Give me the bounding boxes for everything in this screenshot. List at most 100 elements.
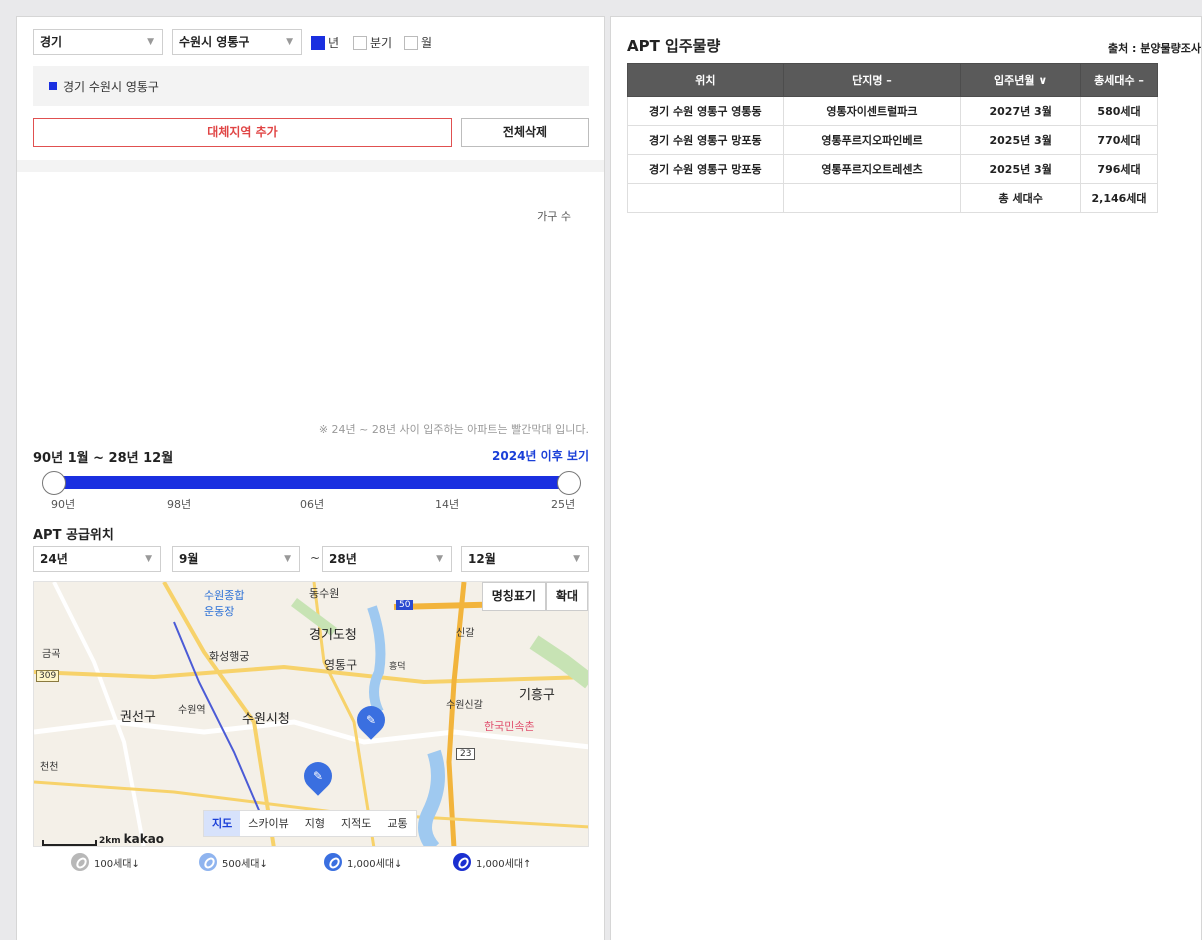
chevron-down-icon: ▼ <box>286 37 293 47</box>
col-households[interactable]: 총세대수 – <box>1080 63 1158 97</box>
map-legend: 100세대↓ 500세대↓ 1,000세대↓ 1,000세대↑ <box>33 853 589 877</box>
map-roads <box>34 582 588 846</box>
total-row: 총 세대수 2,146세대 <box>627 183 1158 213</box>
cell-complex: 영통푸르지오파인베르 <box>782 125 962 155</box>
from-year-value: 24년 <box>40 552 68 566</box>
cell-location: 경기 수원 영통구 망포동 <box>627 125 784 155</box>
col-move-in-date[interactable]: 입주년월 ∨ <box>960 63 1082 97</box>
map-type-map[interactable]: 지도 <box>204 811 241 836</box>
selected-region-bar: 경기 수원시 영통구 <box>33 66 589 106</box>
map-label-hwaseong: 화성행궁 <box>209 650 250 663</box>
checkbox-month-label: 월 <box>421 36 433 50</box>
range-tick: 90년 <box>51 498 76 511</box>
map-label-stadium: 수원종합 운동장 <box>204 589 245 618</box>
map-type-traffic[interactable]: 교통 <box>379 811 415 836</box>
table-row: 경기 수원 영통구 망포동 영통푸르지오트레센츠 2025년 3월 796세대 <box>627 154 1158 184</box>
move-in-table: 위치 단지명 – 입주년월 ∨ 총세대수 – 경기 수원 영통구 영통동 영통자… <box>627 63 1158 213</box>
cell-date: 2025년 3월 <box>960 125 1082 155</box>
to-year-select[interactable]: 28년 ▼ <box>322 546 452 572</box>
map-label-geumgok: 금곡 <box>42 649 61 660</box>
total-label: 총 세대수 <box>960 183 1082 213</box>
to-month-value: 12월 <box>468 552 496 566</box>
checkbox-quarter[interactable]: 분기 <box>353 34 392 51</box>
scale-label: 2km <box>99 836 121 846</box>
checkbox-quarter-label: 분기 <box>370 36 393 50</box>
cell-location: 경기 수원 영통구 망포동 <box>627 154 784 184</box>
map-label-suwon-singal: 수원신갈 <box>446 700 483 711</box>
cell-empty <box>782 183 962 213</box>
checkbox-year-label: 년 <box>328 36 340 50</box>
checkbox-month[interactable]: 월 <box>404 34 432 51</box>
expand-map-button[interactable]: 확대 <box>545 582 588 611</box>
map-label-yeongtong: 영통구 <box>324 658 358 672</box>
selected-region-label: 경기 수원시 영통구 <box>63 79 159 94</box>
section-divider <box>17 160 604 172</box>
from-year-select[interactable]: 24년 ▼ <box>33 546 161 572</box>
legend-marker-icon <box>71 853 89 871</box>
range-end-handle[interactable] <box>557 471 581 495</box>
district-select-value: 수원시 영통구 <box>179 35 250 49</box>
range-tick: 06년 <box>300 498 325 511</box>
map-label-gyeonggi-office: 경기도청 <box>309 628 357 643</box>
legend-item: 1,000세대↓ <box>324 853 402 871</box>
map-label-gwonseon: 권선구 <box>120 710 156 725</box>
table-row: 경기 수원 영통구 망포동 영통푸르지오파인베르 2025년 3월 770세대 <box>627 125 1158 155</box>
map-label-suwon-cityhall: 수원시청 <box>242 712 290 727</box>
col-complex[interactable]: 단지명 – <box>782 63 962 97</box>
legend-marker-icon <box>453 853 471 871</box>
cell-empty <box>627 183 784 213</box>
range-tick: 25년 <box>551 498 576 511</box>
range-start-handle[interactable] <box>42 471 66 495</box>
from-month-value: 9월 <box>179 552 199 566</box>
total-value: 2,146세대 <box>1080 183 1158 213</box>
checkbox-quarter-box[interactable] <box>353 35 367 50</box>
region-color-marker <box>49 82 57 90</box>
legend-label: 100세대↓ <box>94 858 140 870</box>
cell-households: 580세대 <box>1080 96 1158 126</box>
map-label-heungdeok: 흥덕 <box>389 662 406 672</box>
chevron-down-icon: ▼ <box>145 554 152 564</box>
district-select[interactable]: 수원시 영통구 ▼ <box>172 29 302 55</box>
map-type-terrain[interactable]: 지형 <box>297 811 333 836</box>
cell-households: 796세대 <box>1080 154 1158 184</box>
checkbox-year-box[interactable] <box>311 35 325 50</box>
supply-map[interactable]: 수원종합 운동장 동수원 경기도청 화성행궁 영통구 흥덕 기흥구 수원신갈 신… <box>33 581 589 847</box>
delete-all-button[interactable]: 전체삭제 <box>461 118 589 147</box>
range-tick: 98년 <box>167 498 192 511</box>
cell-complex: 영통푸르지오트레센츠 <box>782 154 962 184</box>
to-month-select[interactable]: 12월 ▼ <box>461 546 589 572</box>
province-select-value: 경기 <box>40 35 63 49</box>
label-toggle-button[interactable]: 명칭표기 <box>481 582 546 611</box>
legend-item: 500세대↓ <box>199 853 268 871</box>
legend-marker-icon <box>199 853 217 871</box>
add-region-button[interactable]: 대체지역 추가 <box>33 118 452 147</box>
province-select[interactable]: 경기 ▼ <box>33 29 163 55</box>
road-shield-50: 50 <box>396 600 414 610</box>
supply-title: APT 공급위치 <box>33 528 114 543</box>
chevron-down-icon: ▼ <box>284 554 291 564</box>
from-month-select[interactable]: 9월 ▼ <box>172 546 300 572</box>
kakao-logo: kakao <box>123 832 165 846</box>
chevron-down-icon: ▼ <box>147 37 154 47</box>
map-label-folk-village: 한국민속촌 <box>484 720 535 733</box>
map-label-suwon-station: 수원역 <box>178 705 206 716</box>
map-type-cadastral[interactable]: 지적도 <box>333 811 379 836</box>
hammer-icon: ✎ <box>365 713 377 727</box>
map-type-skyview[interactable]: 스카이뷰 <box>240 811 296 836</box>
hammer-icon: ✎ <box>312 769 324 783</box>
legend-item: 100세대↓ <box>71 853 140 871</box>
legend-marker-icon <box>324 853 342 871</box>
legend-item: 1,000세대↑ <box>453 853 531 871</box>
map-label-dongsuwon: 동수원 <box>309 587 340 600</box>
after-2024-link[interactable]: 2024년 이후 보기 <box>492 447 589 464</box>
table-row: 경기 수원 영통구 영통동 영통자이센트럴파크 2027년 3월 580세대 <box>627 96 1158 126</box>
range-track[interactable] <box>53 476 567 489</box>
legend-label: 500세대↓ <box>222 858 268 870</box>
checkbox-month-box[interactable] <box>404 35 418 50</box>
cell-date: 2025년 3월 <box>960 154 1082 184</box>
checkbox-year[interactable]: 년 <box>311 34 339 51</box>
cell-date: 2027년 3월 <box>960 96 1082 126</box>
scale-bar <box>42 840 97 846</box>
legend-label: 1,000세대↓ <box>347 858 403 870</box>
range-label: 90년 1월 ~ 28년 12월 <box>33 451 174 466</box>
